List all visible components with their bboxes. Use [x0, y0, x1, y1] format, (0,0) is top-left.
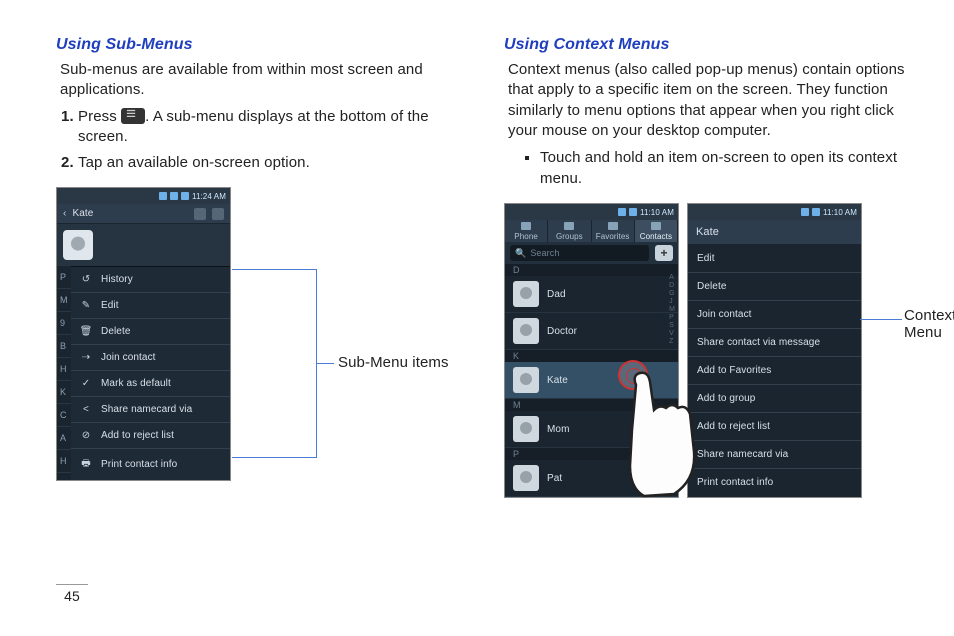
step1-text-before: Press [78, 108, 121, 125]
tab-phone[interactable]: Phone [505, 220, 548, 242]
check-icon: ✓ [79, 378, 93, 389]
contact-row-kate[interactable]: Kate [505, 362, 678, 399]
phone-screenshot-contacts: 11:10 AM Phone Groups Favorites Contacts… [504, 203, 679, 498]
submenu-item-reject[interactable]: ⊘Add to reject list [71, 423, 230, 449]
callout-line-top [232, 269, 317, 270]
submenu-item-default[interactable]: ✓Mark as default [71, 371, 230, 397]
submenu-item-history[interactable]: ↺History [71, 267, 230, 293]
contact-title: Kate [72, 208, 93, 219]
page-number: 45 [56, 584, 88, 604]
status-time: 11:24 AM [192, 192, 226, 201]
submenu-item-share[interactable]: <Share namecard via [71, 397, 230, 423]
contact-row-doctor[interactable]: Doctor [505, 313, 678, 350]
tab-favorites[interactable]: Favorites [592, 220, 635, 242]
history-icon: ↺ [79, 274, 93, 285]
section-letter: D [505, 264, 678, 276]
avatar-icon [513, 416, 539, 442]
intro-text-left: Sub-menus are available from within most… [60, 60, 466, 101]
sub-menu-list: ↺History ✎Edit 🗑Delete ⇢Join contact ✓Ma… [71, 266, 230, 480]
section-letter: K [505, 350, 678, 362]
contact-title-bar: ‹ Kate [57, 204, 230, 224]
star-icon [608, 222, 618, 230]
groups-icon [564, 222, 574, 230]
signal-icon [618, 208, 626, 216]
add-contact-button[interactable]: + [655, 245, 673, 261]
contact-avatar-row [57, 224, 230, 266]
status-bar: 11:24 AM [57, 188, 230, 204]
edit-icon [212, 208, 224, 220]
step-2: Tap an available on-screen option. [78, 153, 466, 173]
ctx-item-print[interactable]: Print contact info [688, 469, 861, 496]
phone-screenshot-context-menu: 11:10 AM Kate Edit Delete Join contact S… [687, 203, 862, 498]
submenu-item-print[interactable]: 🖶Print contact info [71, 449, 230, 480]
contact-row-pat[interactable]: Pat [505, 460, 678, 497]
status-time: 11:10 AM [640, 208, 674, 217]
callout-label-context: ContextMenu [904, 307, 924, 342]
ctx-item-group[interactable]: Add to group [688, 385, 861, 413]
contact-icon [651, 222, 661, 230]
behind-content-strip: P M 9 B H K C A H [57, 266, 71, 480]
signal-icon [159, 192, 167, 200]
ctx-item-share-card[interactable]: Share namecard via [688, 441, 861, 469]
callout-line-bottom [232, 457, 317, 458]
back-chevron-icon: ‹ [63, 208, 66, 219]
ctx-item-delete[interactable]: Delete [688, 273, 861, 301]
submenu-item-edit[interactable]: ✎Edit [71, 293, 230, 319]
heading-context-menus: Using Context Menus [504, 36, 914, 54]
submenu-item-join[interactable]: ⇢Join contact [71, 345, 230, 371]
section-letter: M [505, 399, 678, 411]
share-icon: < [79, 404, 93, 415]
submenu-item-delete[interactable]: 🗑Delete [71, 319, 230, 345]
trash-icon: 🗑 [79, 326, 93, 337]
callout-line-mid [316, 363, 334, 364]
avatar-icon [513, 281, 539, 307]
search-input[interactable]: 🔍 Search [510, 245, 649, 261]
join-icon: ⇢ [79, 352, 93, 363]
intro-text-right: Context menus (also called pop-up menus)… [508, 60, 914, 141]
step-1: Press . A sub-menu displays at the botto… [78, 107, 466, 148]
avatar-icon [513, 367, 539, 393]
bullet-touch-hold: Touch and hold an item on-screen to open… [540, 147, 914, 189]
battery-icon [812, 208, 820, 216]
tab-contacts[interactable]: Contacts [635, 220, 678, 242]
phone-icon [521, 222, 531, 230]
heading-sub-menus: Using Sub-Menus [56, 36, 466, 54]
section-letter: P [505, 448, 678, 460]
ctx-item-share-msg[interactable]: Share contact via message [688, 329, 861, 357]
wifi-icon [170, 192, 178, 200]
context-menu-title: Kate [688, 220, 861, 245]
avatar-icon [513, 465, 539, 491]
search-placeholder: Search [530, 248, 559, 258]
block-icon: ⊘ [79, 430, 93, 441]
phone-screenshot-submenu: 11:24 AM ‹ Kate P [56, 187, 231, 481]
status-bar: 11:10 AM [688, 204, 861, 220]
ctx-item-join[interactable]: Join contact [688, 301, 861, 329]
ctx-item-favorites[interactable]: Add to Favorites [688, 357, 861, 385]
callout-line-context [860, 319, 902, 320]
signal-icon [801, 208, 809, 216]
ctx-item-edit[interactable]: Edit [688, 245, 861, 273]
battery-icon [629, 208, 637, 216]
avatar-icon [63, 230, 93, 260]
search-icon: 🔍 [515, 248, 526, 259]
menu-key-icon [121, 108, 145, 124]
battery-icon [181, 192, 189, 200]
ctx-item-reject[interactable]: Add to reject list [688, 413, 861, 441]
alpha-index[interactable]: ADGJMPSVZ [669, 274, 675, 345]
status-time: 11:10 AM [823, 208, 857, 217]
status-bar: 11:10 AM [505, 204, 678, 220]
tab-bar: Phone Groups Favorites Contacts [505, 220, 678, 242]
contact-row-dad[interactable]: Dad [505, 276, 678, 313]
edit-icon: ✎ [79, 300, 93, 311]
print-icon: 🖶 [79, 456, 93, 473]
avatar-icon [513, 318, 539, 344]
tab-groups[interactable]: Groups [548, 220, 591, 242]
favorite-icon [194, 208, 206, 220]
contact-row-mom[interactable]: Mom [505, 411, 678, 448]
callout-label-submenu: Sub-Menu items [338, 354, 449, 371]
